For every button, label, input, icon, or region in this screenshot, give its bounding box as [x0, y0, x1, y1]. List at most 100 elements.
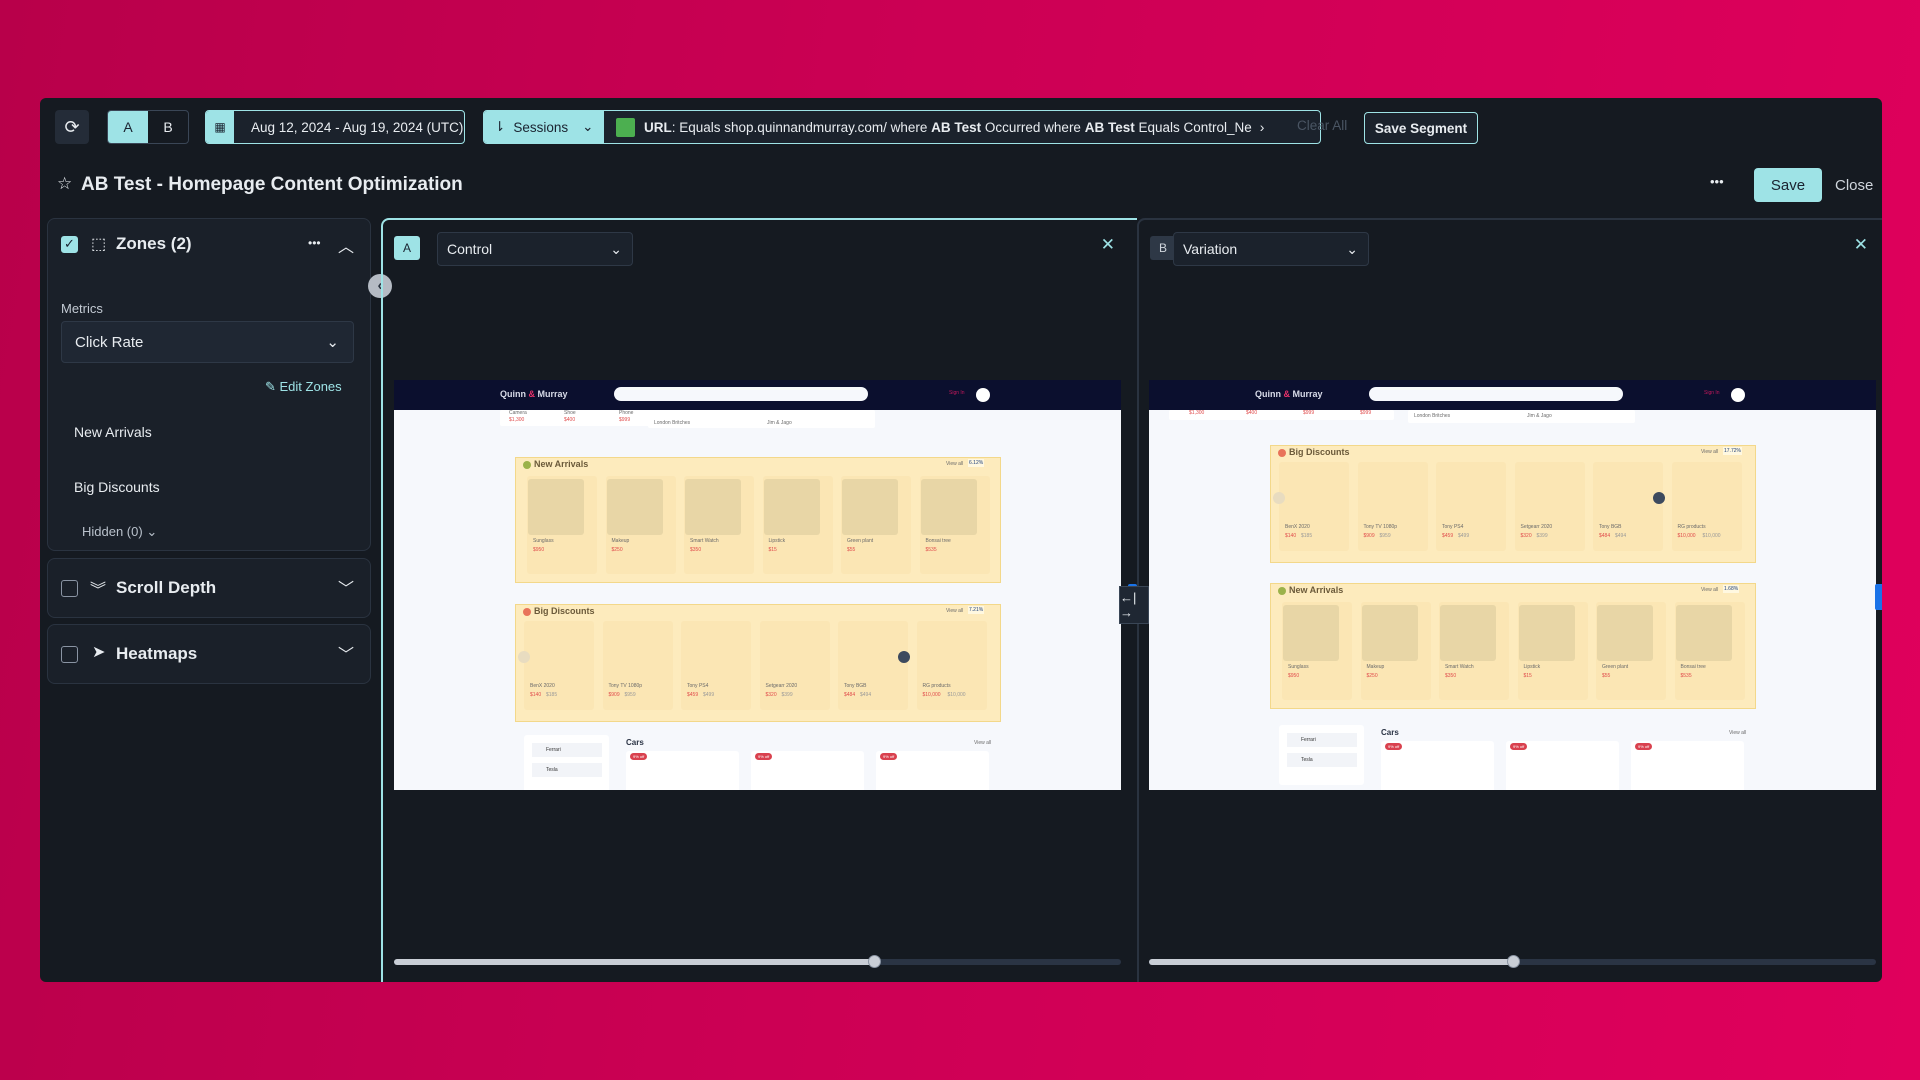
product-card[interactable]: Sunglass $950: [527, 476, 597, 574]
chevron-up-icon[interactable]: ︿: [338, 233, 354, 257]
product-card[interactable]: RG products $10,000 $10,000: [916, 621, 987, 710]
favorite-star-icon[interactable]: ☆: [57, 174, 72, 194]
carousel-next-button[interactable]: [898, 651, 910, 663]
scrubber-handle[interactable]: [867, 955, 881, 968]
product-card[interactable]: Green plant $55: [1596, 602, 1666, 700]
product-card[interactable]: Lipstick $15: [1517, 602, 1588, 700]
product-card[interactable]: Smart Watch $350: [1439, 602, 1509, 700]
cursor-icon: ➤: [92, 644, 106, 661]
variant-select[interactable]: Variation ⌄: [1173, 232, 1369, 266]
zone-item[interactable]: Big Discounts: [74, 479, 160, 495]
refresh-button[interactable]: ⟳: [55, 110, 89, 144]
new-badge-icon: [1278, 587, 1286, 595]
chevron-down-icon[interactable]: ﹀: [338, 575, 354, 599]
product-old-price: $185: [1301, 533, 1313, 539]
carousel-next-button[interactable]: [1653, 492, 1665, 504]
sessions-dropdown[interactable]: ⇂ Sessions ⌄: [484, 111, 604, 143]
session-replay-viewport[interactable]: Quinn & Murray Sign In Camera $1,300 Shoe $40…: [394, 380, 1121, 790]
product-card[interactable]: Sunglass $950: [1282, 602, 1352, 700]
site-sign-in-link[interactable]: Sign In: [1704, 390, 1720, 396]
product-card[interactable]: BenX 2020 $140 $185: [524, 621, 594, 710]
zones-checkbox[interactable]: ✓: [61, 236, 78, 253]
metric-dropdown[interactable]: Click Rate ⌄: [61, 321, 354, 363]
car-brand-item[interactable]: Tesla: [532, 763, 602, 777]
site-sign-in-link[interactable]: Sign In: [949, 390, 965, 396]
new-arrivals-zone[interactable]: New Arrivals View all 1.68% Sunglass $950 Mak…: [1270, 583, 1756, 709]
product-card[interactable]: BenX 2020 $140 $185: [1279, 462, 1349, 551]
site-search-input[interactable]: [1369, 387, 1623, 401]
metrics-label: Metrics: [61, 301, 103, 316]
product-card[interactable]: Setgearr 2020 $320 $399: [759, 621, 830, 710]
date-range-picker[interactable]: ▦ Aug 12, 2024 - Aug 19, 2024 (UTC): [205, 110, 465, 144]
view-all-link[interactable]: View all: [946, 461, 963, 467]
site-cart-icon[interactable]: [976, 388, 990, 402]
variant-select[interactable]: Control ⌄: [437, 232, 633, 266]
big-discounts-zone[interactable]: Big Discounts View all 17.72% BenX 2020 $140…: [1270, 445, 1756, 563]
close-button[interactable]: Close: [1835, 177, 1873, 194]
product-card[interactable]: Smart Watch $350: [684, 476, 754, 574]
heatmaps-checkbox[interactable]: [61, 646, 78, 663]
carousel-prev-button[interactable]: [1273, 492, 1285, 504]
chevron-down-icon[interactable]: ﹀: [338, 641, 354, 665]
new-arrivals-zone[interactable]: New Arrivals View all 6.12% Sunglass $950 Mak…: [515, 457, 1001, 583]
view-all-link[interactable]: View all: [1701, 587, 1718, 593]
car-card[interactable]: 9% off: [751, 751, 864, 790]
product-card[interactable]: RG products $10,000 $10,000: [1671, 462, 1742, 551]
carousel-prev-button[interactable]: [518, 651, 530, 663]
close-panel-icon[interactable]: ✕: [1854, 235, 1868, 255]
split-resize-handle[interactable]: ←|→: [1119, 586, 1149, 624]
save-button[interactable]: Save: [1754, 168, 1822, 202]
playback-scrubber[interactable]: [1149, 955, 1876, 968]
cars-view-all-link[interactable]: View all: [974, 740, 991, 746]
product-card[interactable]: Lipstick $15: [762, 476, 833, 574]
product-image: [1283, 605, 1339, 661]
clear-all-button[interactable]: Clear All: [1297, 118, 1347, 133]
hidden-zones-toggle[interactable]: Hidden (0) ⌄: [82, 524, 157, 540]
big-discounts-zone[interactable]: Big Discounts View all 7.21% BenX 2020 $140 $…: [515, 604, 1001, 722]
session-replay-viewport[interactable]: Quinn & Murray Sign In $1,300 $400 $999 $999 L…: [1149, 380, 1876, 790]
car-brand-item[interactable]: Ferrari: [532, 743, 602, 757]
product-card[interactable]: Tony TV 1080p $909 $959: [602, 621, 673, 710]
product-card[interactable]: Tony TV 1080p $909 $959: [1357, 462, 1428, 551]
car-brand-item[interactable]: Tesla: [1287, 753, 1357, 767]
scroll-depth-checkbox[interactable]: [61, 580, 78, 597]
close-panel-icon[interactable]: ✕: [1101, 235, 1115, 255]
feedback-tab[interactable]: [1875, 584, 1882, 610]
car-card[interactable]: 9% off: [1631, 741, 1744, 790]
zone-item[interactable]: New Arrivals: [74, 424, 152, 440]
car-brand-item[interactable]: Ferrari: [1287, 733, 1357, 747]
toggle-b[interactable]: B: [148, 111, 188, 143]
more-options-button[interactable]: •••: [1710, 174, 1724, 189]
zones-more-button[interactable]: •••: [308, 236, 321, 250]
car-card[interactable]: 9% off: [876, 751, 989, 790]
toggle-a[interactable]: A: [108, 111, 148, 143]
product-card[interactable]: Bonsai tree $535: [919, 476, 990, 574]
car-card[interactable]: 9% off: [626, 751, 739, 790]
view-all-link[interactable]: View all: [946, 608, 963, 614]
big-discounts-title: Big Discounts: [1289, 447, 1350, 457]
site-search-input[interactable]: [614, 387, 868, 401]
product-image: [1675, 605, 1732, 661]
segment-filter[interactable]: ⇂ Sessions ⌄ URL: Equals shop.quinnandmurr…: [483, 110, 1321, 144]
product-card[interactable]: Makeup $250: [1360, 602, 1431, 700]
product-card[interactable]: Bonsai tree $535: [1674, 602, 1745, 700]
product-card[interactable]: Tony BGB $484 $494: [838, 621, 908, 710]
product-card[interactable]: Setgearr 2020 $320 $399: [1514, 462, 1585, 551]
car-card[interactable]: 9% off: [1381, 741, 1494, 790]
product-name: Bonsai tree: [925, 538, 951, 544]
product-card[interactable]: Tony BGB $484 $494: [1593, 462, 1663, 551]
view-all-link[interactable]: View all: [1701, 449, 1718, 455]
site-cart-icon[interactable]: [1731, 388, 1745, 402]
scrubber-handle[interactable]: [1506, 955, 1520, 968]
cars-view-all-link[interactable]: View all: [1729, 730, 1746, 736]
product-card[interactable]: Makeup $250: [605, 476, 676, 574]
product-name: Tony BGB: [844, 683, 867, 689]
car-card[interactable]: 9% off: [1506, 741, 1619, 790]
product-card[interactable]: Green plant $55: [841, 476, 911, 574]
edit-zones-link[interactable]: ✎ Edit Zones: [265, 379, 342, 395]
top-item-price: $400: [1246, 410, 1258, 416]
product-card[interactable]: Tony PS4 $459 $499: [1436, 462, 1506, 551]
product-card[interactable]: Tony PS4 $459 $499: [681, 621, 751, 710]
save-segment-button[interactable]: Save Segment: [1364, 112, 1478, 144]
playback-scrubber[interactable]: [394, 955, 1121, 968]
